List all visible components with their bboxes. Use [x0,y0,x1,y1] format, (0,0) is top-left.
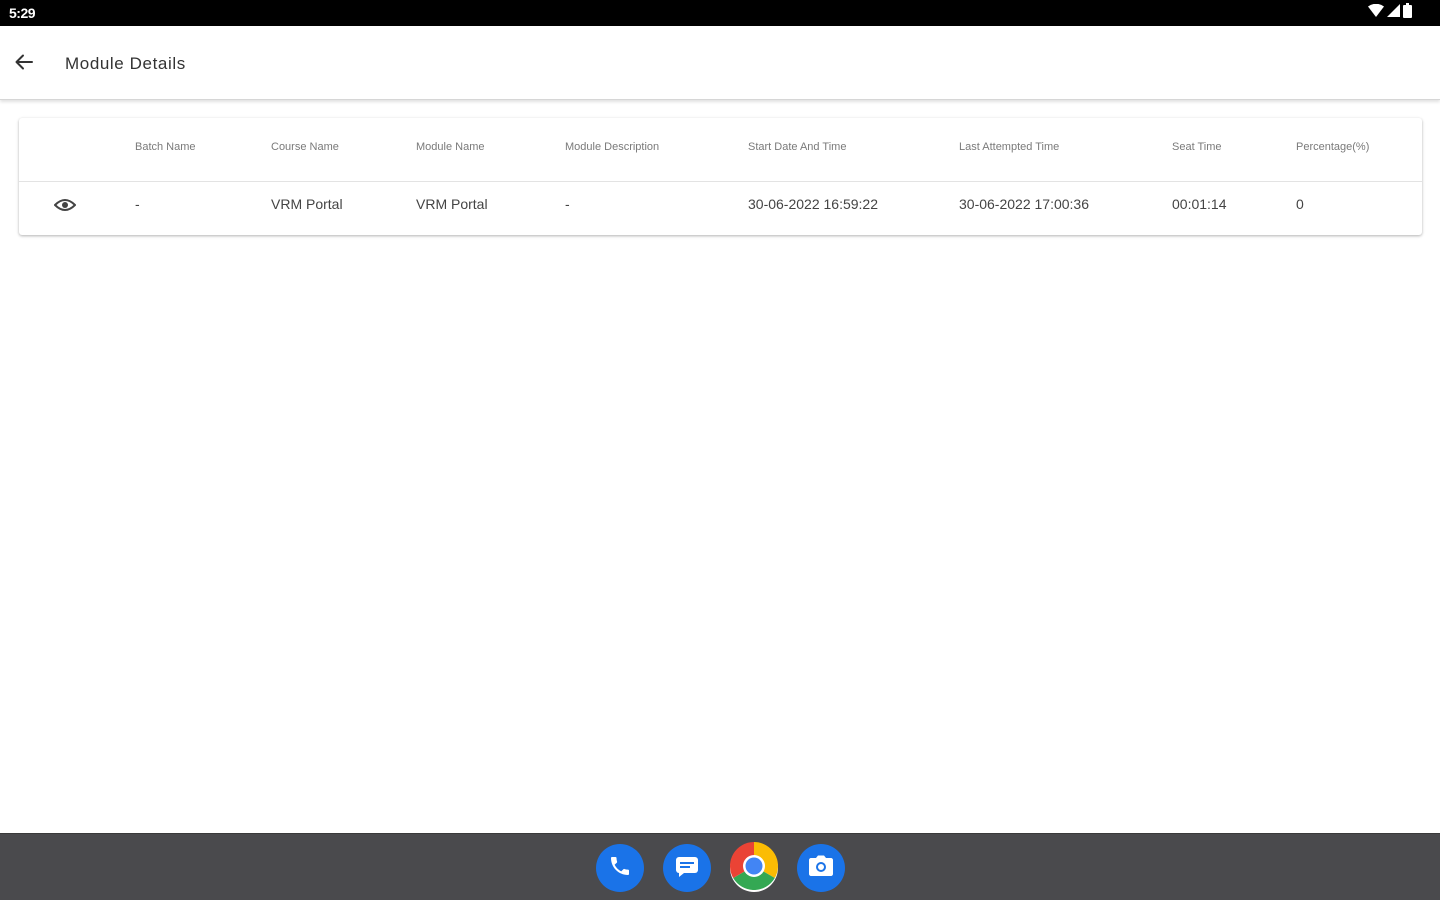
messages-app[interactable] [663,844,711,892]
cell-module-description: - [565,196,570,212]
column-header-start-date: Start Date And Time [748,141,847,153]
page-title: Module Details [65,54,186,73]
app-bar: Module Details [0,26,1440,100]
eye-icon [53,198,77,217]
column-header-percentage: Percentage(%) [1296,141,1370,153]
status-icons [1368,3,1412,23]
cell-course-name: VRM Portal [271,196,343,212]
back-button[interactable] [8,48,40,80]
cell-module-name: VRM Portal [416,196,488,212]
wifi-icon [1368,3,1384,22]
chrome-icon [729,841,779,895]
view-button[interactable] [51,194,79,220]
table-row: - VRM Portal VRM Portal - 30-06-2022 16:… [19,182,1422,235]
status-time: 5:29 [9,5,36,21]
taskbar [0,833,1440,900]
column-header-module-name: Module Name [416,141,485,153]
cell-seat-time: 00:01:14 [1172,196,1227,212]
camera-app[interactable] [797,844,845,892]
module-details-table: Batch Name Course Name Module Name Modul… [19,118,1422,235]
phone-icon [608,854,632,883]
message-icon [674,854,700,883]
cell-percentage: 0 [1296,196,1304,212]
column-header-module-description: Module Description [565,141,660,153]
phone-app[interactable] [596,844,644,892]
signal-icon [1387,4,1400,22]
column-header-batch-name: Batch Name [135,141,196,153]
camera-icon [808,855,834,882]
battery-icon [1403,3,1412,23]
back-arrow-icon [14,52,34,77]
table-header-row: Batch Name Course Name Module Name Modul… [19,118,1422,182]
chrome-app[interactable] [729,841,779,895]
cell-batch-name: - [135,196,140,212]
column-header-course-name: Course Name [271,141,339,153]
column-header-last-attempted: Last Attempted Time [959,141,1060,153]
status-bar: 5:29 [0,0,1440,26]
cell-last-attempted: 30-06-2022 17:00:36 [959,196,1089,212]
column-header-seat-time: Seat Time [1172,141,1222,153]
cell-start-date: 30-06-2022 16:59:22 [748,196,878,212]
